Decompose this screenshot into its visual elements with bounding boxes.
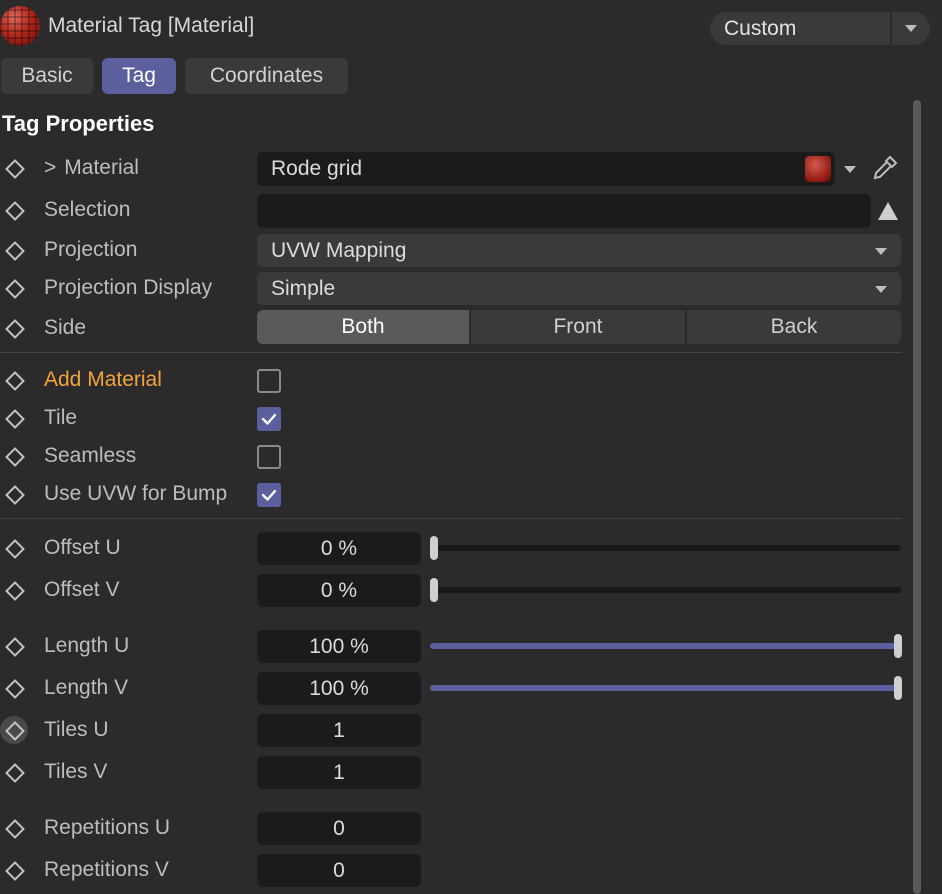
tiles-v-label: Tiles V [44, 760, 108, 783]
chevron-down-icon [875, 247, 887, 255]
projection-display-value: Simple [271, 276, 336, 300]
offset-v-field[interactable]: 0 % [257, 574, 421, 607]
length-u-slider-track[interactable] [430, 643, 901, 649]
repetitions-u-field[interactable]: 0 [257, 812, 421, 845]
tiles-u-field[interactable]: 1 [257, 714, 421, 747]
selection-field[interactable] [257, 194, 871, 228]
repetitions-v-field[interactable]: 0 [257, 854, 421, 887]
length-v-slider-track[interactable] [430, 685, 901, 691]
projection-dropdown[interactable]: UVW Mapping [257, 234, 901, 267]
keyframe-diamond-icon[interactable] [5, 861, 25, 881]
divider [0, 352, 902, 353]
use-uvw-for-bump-checkbox[interactable] [257, 483, 281, 507]
offset-v-label: Offset V [44, 578, 120, 601]
length-u-slider-handle[interactable] [894, 634, 902, 658]
tiles-v-value: 1 [333, 760, 345, 784]
material-preview-icon [805, 156, 831, 182]
length-v-value: 100 % [309, 676, 369, 700]
side-option-back[interactable]: Back [687, 310, 901, 344]
keyframe-diamond-icon[interactable] [5, 319, 25, 339]
checkmark-icon [261, 413, 277, 425]
tiles-u-label: Tiles U [44, 718, 109, 741]
length-v-label: Length V [44, 676, 129, 699]
chevron-down-icon [905, 25, 917, 32]
material-menu-arrow-icon[interactable] [844, 166, 856, 173]
tab-coordinates[interactable]: Coordinates [185, 58, 348, 94]
offset-v-slider-handle[interactable] [430, 578, 438, 602]
projection-value: UVW Mapping [271, 238, 407, 262]
material-thumbnail-icon [0, 6, 40, 46]
chevron-down-icon [875, 285, 887, 293]
keyframe-diamond-icon[interactable] [5, 819, 25, 839]
tile-label: Tile [44, 406, 78, 429]
keyframe-diamond-icon[interactable] [5, 159, 25, 179]
vertical-scrollbar[interactable] [913, 100, 921, 894]
triangle-up-icon[interactable] [876, 200, 900, 222]
keyframe-diamond-icon[interactable] [5, 763, 25, 783]
material-link-value: Rode grid [271, 157, 363, 180]
tiles-v-field[interactable]: 1 [257, 756, 421, 789]
repetitions-v-value: 0 [333, 858, 345, 882]
divider [0, 518, 902, 519]
use-uvw-for-bump-label: Use UVW for Bump [44, 482, 228, 505]
keyframe-diamond-icon[interactable] [5, 409, 25, 429]
tab-tag[interactable]: Tag [102, 58, 176, 94]
expand-chevron-icon[interactable]: > [44, 156, 56, 179]
length-v-field[interactable]: 100 % [257, 672, 421, 705]
length-u-value: 100 % [309, 634, 369, 658]
seamless-checkbox[interactable] [257, 445, 281, 469]
eyedropper-icon[interactable] [870, 153, 900, 183]
keyframe-diamond-icon[interactable] [5, 485, 25, 505]
length-v-slider-handle[interactable] [894, 676, 902, 700]
keyframe-diamond-icon[interactable] [5, 371, 25, 391]
length-u-field[interactable]: 100 % [257, 630, 421, 663]
projection-display-dropdown[interactable]: Simple [257, 272, 901, 305]
keyframe-diamond-icon[interactable] [5, 201, 25, 221]
offset-u-field[interactable]: 0 % [257, 532, 421, 565]
material-label: > Material [44, 156, 139, 179]
offset-v-value: 0 % [320, 578, 358, 602]
projection-label: Projection [44, 238, 138, 261]
keyframe-diamond-icon[interactable] [5, 679, 25, 699]
preset-arrow-button[interactable] [890, 12, 930, 45]
preset-label: Custom [724, 17, 797, 40]
selection-label: Selection [44, 198, 131, 221]
seamless-label: Seamless [44, 444, 137, 467]
repetitions-v-label: Repetitions V [44, 858, 169, 881]
keyframe-diamond-icon[interactable] [5, 279, 25, 299]
keyframe-diamond-icon[interactable] [5, 581, 25, 601]
panel-title: Material Tag [Material] [48, 14, 255, 37]
keyframe-diamond-icon[interactable] [5, 241, 25, 261]
section-title: Tag Properties [2, 111, 155, 136]
offset-v-slider-track[interactable] [430, 587, 901, 593]
offset-u-label: Offset U [44, 536, 121, 559]
keyframe-diamond-icon[interactable] [5, 447, 25, 467]
tab-basic[interactable]: Basic [1, 58, 93, 94]
keyframe-diamond-icon[interactable] [5, 637, 25, 657]
offset-u-slider-track[interactable] [430, 545, 901, 551]
tiles-u-value: 1 [333, 718, 345, 742]
offset-u-value: 0 % [320, 536, 358, 560]
preset-dropdown[interactable]: Custom [710, 12, 930, 45]
add-material-label: Add Material [44, 368, 162, 391]
side-label: Side [44, 316, 87, 339]
keyframe-diamond-icon[interactable] [5, 539, 25, 559]
repetitions-u-value: 0 [333, 816, 345, 840]
side-option-front[interactable]: Front [471, 310, 685, 344]
length-u-label: Length U [44, 634, 130, 657]
offset-u-slider-handle[interactable] [430, 536, 438, 560]
tile-checkbox[interactable] [257, 407, 281, 431]
repetitions-u-label: Repetitions U [44, 816, 171, 839]
material-link-field[interactable]: Rode grid [257, 152, 835, 186]
projection-display-label: Projection Display [44, 276, 213, 299]
add-material-checkbox[interactable] [257, 369, 281, 393]
checkmark-icon [261, 489, 277, 501]
side-option-both[interactable]: Both [257, 310, 469, 344]
